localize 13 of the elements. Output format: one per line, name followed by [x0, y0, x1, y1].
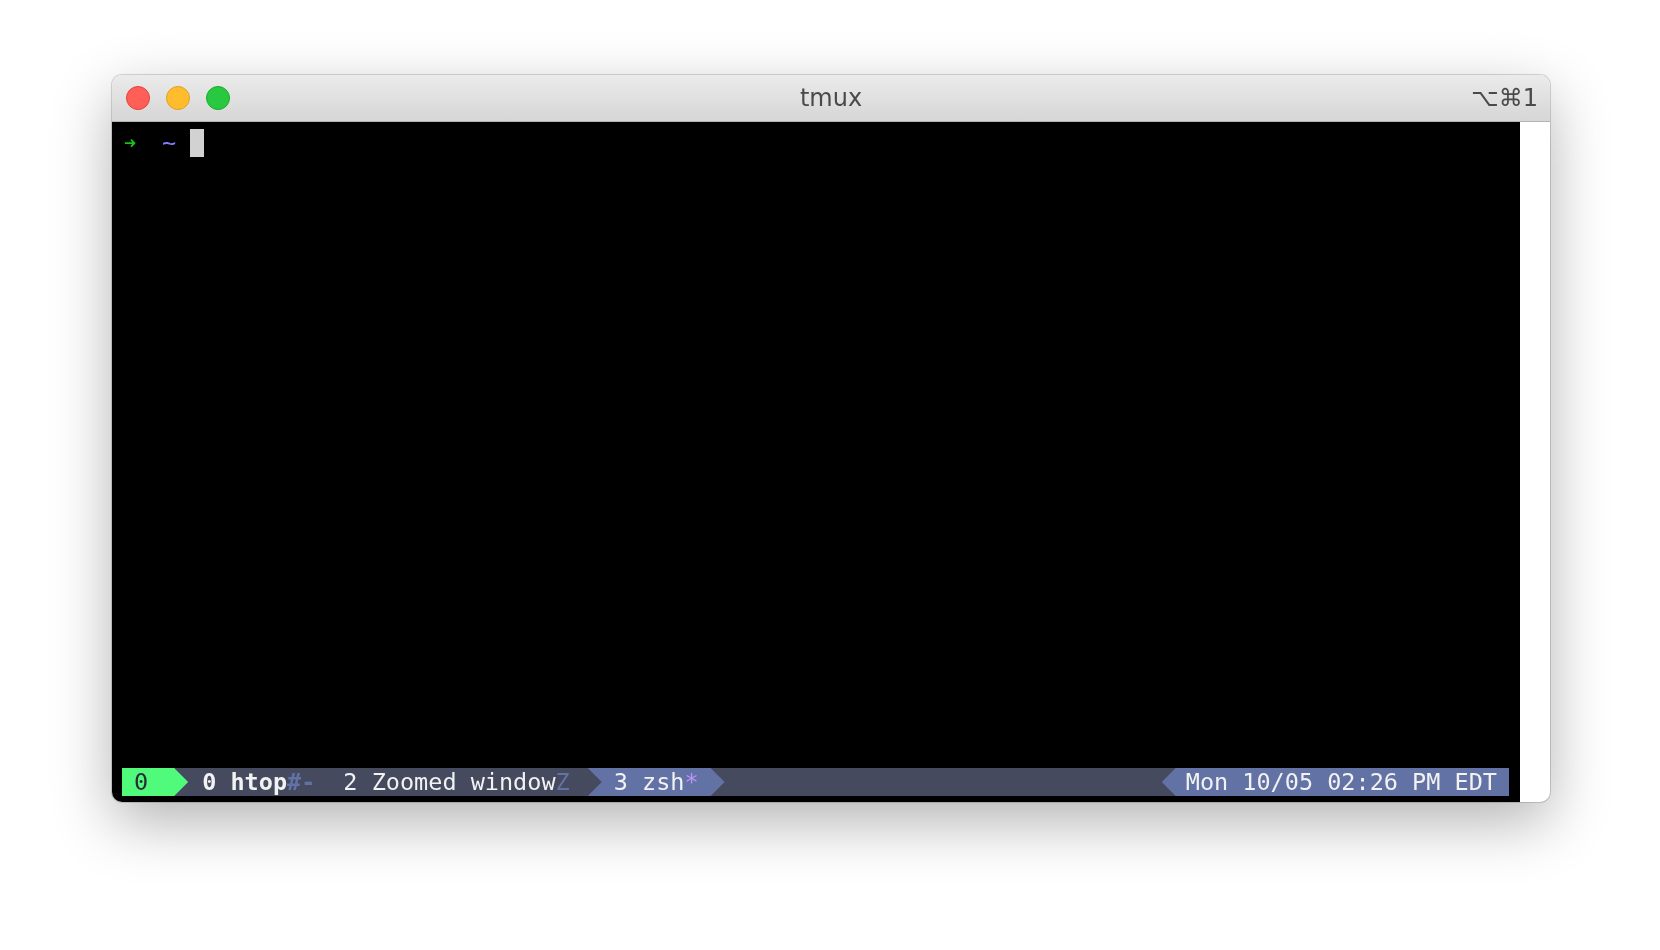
window-tab[interactable]: 2 Zoomed windowZ	[329, 768, 584, 796]
window-tab[interactable]: 0 htop#-	[188, 768, 330, 796]
close-button[interactable]	[126, 86, 150, 110]
window-tab[interactable]: 3 zsh*	[587, 768, 725, 796]
prompt-arrow: ➜	[124, 131, 137, 155]
session-label: 0	[122, 768, 189, 796]
minimize-button[interactable]	[166, 86, 190, 110]
window-title: tmux	[799, 84, 863, 112]
text-cursor	[190, 129, 205, 157]
prompt-directory: ~	[162, 129, 177, 157]
date-time: Mon 10/05 02:26 PM EDT	[1161, 768, 1509, 796]
zoom-button[interactable]	[206, 86, 230, 110]
window-shortcut: ⌥⌘1	[1471, 84, 1538, 112]
